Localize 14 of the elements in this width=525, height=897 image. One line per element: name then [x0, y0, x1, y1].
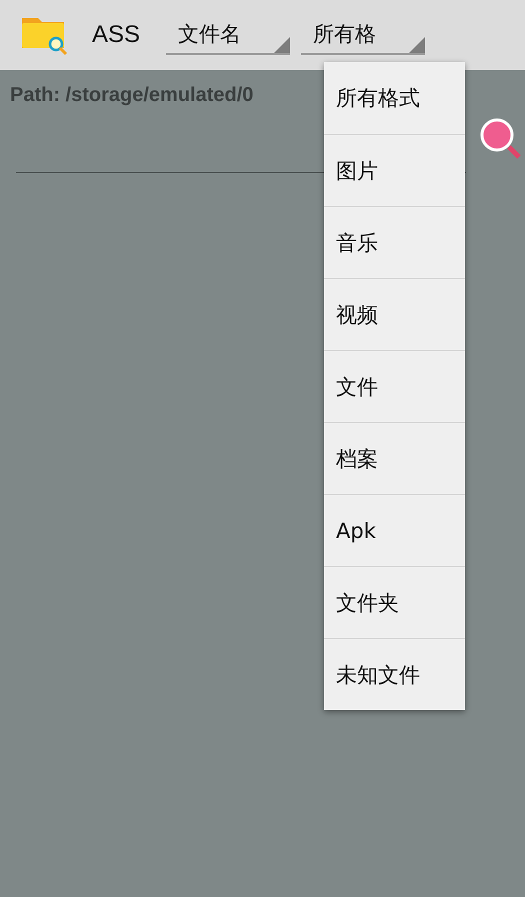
- filter-dropdown[interactable]: 文件名: [166, 15, 290, 55]
- menu-item[interactable]: Apk: [324, 494, 465, 566]
- menu-item[interactable]: 未知文件: [324, 638, 465, 710]
- menu-item[interactable]: 图片: [324, 134, 465, 206]
- search-icon[interactable]: [479, 117, 523, 161]
- menu-item[interactable]: 视频: [324, 278, 465, 350]
- menu-item[interactable]: 音乐: [324, 206, 465, 278]
- menu-item[interactable]: 所有格式: [324, 62, 465, 134]
- menu-item[interactable]: 文件夹: [324, 566, 465, 638]
- menu-item[interactable]: 文件: [324, 350, 465, 422]
- filter-dropdown[interactable]: 所有格: [301, 15, 425, 55]
- app-title: ASS: [92, 21, 142, 49]
- path-label: Path: /storage/emulated/0: [10, 84, 254, 107]
- menu-item[interactable]: 档案: [324, 422, 465, 494]
